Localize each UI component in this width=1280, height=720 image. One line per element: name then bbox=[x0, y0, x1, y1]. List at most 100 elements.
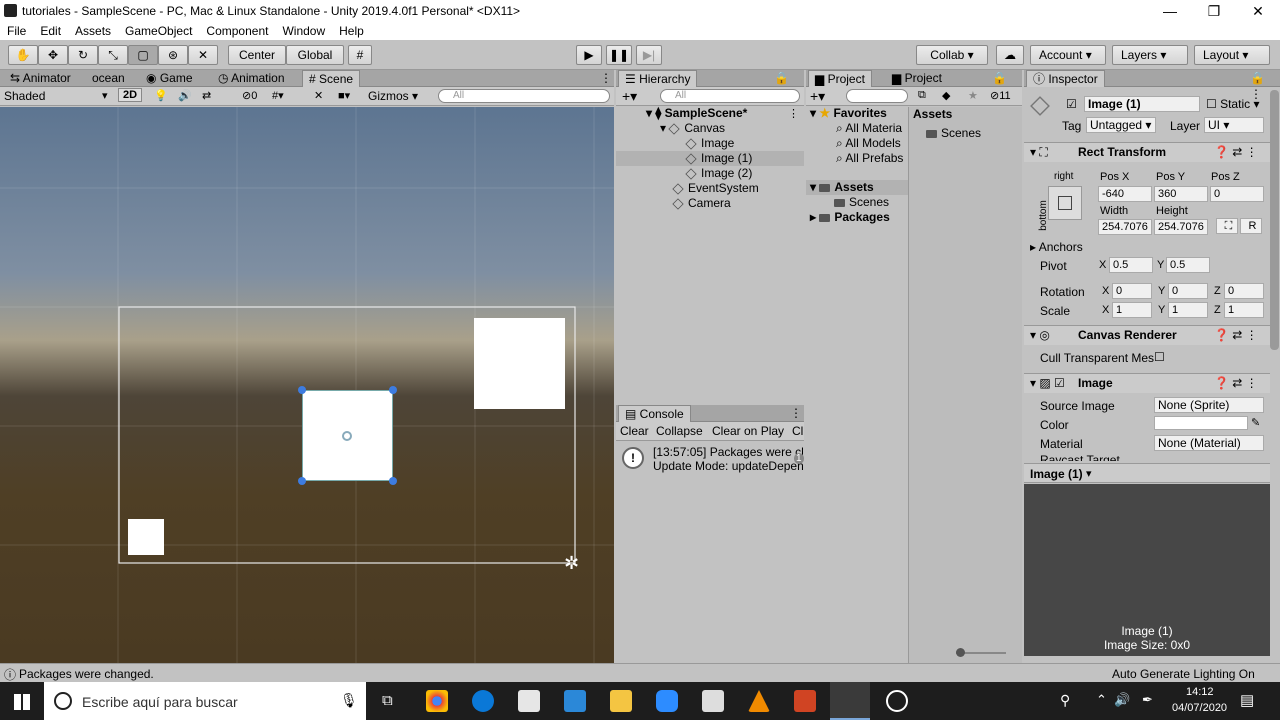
taskbar-time[interactable]: 14:12 bbox=[1186, 686, 1214, 698]
close-button[interactable]: ✕ bbox=[1236, 0, 1280, 22]
pos-y-input[interactable]: 360 bbox=[1154, 186, 1208, 202]
restore-button[interactable]: ❐ bbox=[1192, 0, 1236, 22]
pivot-x-input[interactable]: 0.5 bbox=[1109, 257, 1153, 273]
anchors-foldout[interactable]: ▸ Anchors bbox=[1030, 240, 1083, 254]
static-checkbox[interactable]: ☐ Static ▾ bbox=[1206, 97, 1259, 111]
image-2-quad[interactable] bbox=[474, 318, 565, 409]
menu-help[interactable]: Help bbox=[332, 24, 371, 38]
component-menu-icon[interactable]: ❓ ⇄ ⋮ bbox=[1214, 143, 1258, 162]
store-icon[interactable] bbox=[518, 690, 540, 712]
filter-type-icon[interactable]: ⧉ bbox=[918, 89, 926, 102]
favorite-star-icon[interactable]: ★ bbox=[968, 89, 978, 102]
blueprint-mode-icon[interactable]: ⛶ bbox=[1216, 218, 1238, 234]
scale-tool-icon[interactable]: ⤡ bbox=[98, 45, 128, 65]
clear-on-play-button[interactable]: Clear on Play bbox=[712, 424, 784, 438]
eyedropper-icon[interactable]: ✎ bbox=[1251, 416, 1260, 429]
powerpoint-icon[interactable] bbox=[794, 690, 816, 712]
object-name-input[interactable]: Image (1) bbox=[1084, 96, 1200, 112]
tab-ocean[interactable]: ocean bbox=[86, 70, 131, 87]
camera-icon[interactable]: ■▾ bbox=[338, 89, 350, 102]
menu-gameobject[interactable]: GameObject bbox=[118, 24, 199, 38]
create-plus-icon[interactable]: +▾ bbox=[622, 88, 637, 105]
collapse-button[interactable]: Collapse bbox=[656, 424, 703, 438]
task-view-icon[interactable]: ⧉ bbox=[382, 692, 393, 709]
fav-all-materials[interactable]: ⌕ All Materia bbox=[836, 121, 908, 136]
icon-size-slider[interactable] bbox=[956, 648, 1006, 657]
rotation-x-input[interactable]: 0 bbox=[1112, 283, 1152, 299]
rotation-z-input[interactable]: 0 bbox=[1224, 283, 1264, 299]
people-icon[interactable]: ⚲ bbox=[1060, 692, 1070, 709]
console-message-line2[interactable]: Update Mode: updateDepen bbox=[653, 459, 803, 473]
file-explorer-icon[interactable] bbox=[610, 690, 632, 712]
pause-button[interactable]: ❚❚ bbox=[606, 45, 632, 65]
hidden-packages-icon[interactable]: ⊘11 bbox=[990, 89, 1011, 102]
unity-hub-icon[interactable] bbox=[702, 690, 724, 712]
scene-menu-icon[interactable]: ⋮ bbox=[594, 70, 618, 87]
assets-breadcrumb[interactable]: Assets bbox=[913, 107, 952, 122]
gizmos-dropdown[interactable]: Gizmos ▾ bbox=[368, 89, 418, 103]
tree-item-image-1-selected[interactable]: Image (1) bbox=[616, 151, 804, 166]
collab-dropdown[interactable]: Collab ▾ bbox=[916, 45, 988, 65]
lock-icon[interactable]: 🔒⋮ bbox=[1244, 70, 1280, 101]
corner-handle[interactable] bbox=[298, 477, 306, 485]
menu-edit[interactable]: Edit bbox=[33, 24, 68, 38]
rect-transform-header[interactable]: ▾ ⛶ Rect Transform ❓ ⇄ ⋮ bbox=[1024, 142, 1270, 162]
corner-handle[interactable] bbox=[389, 386, 397, 394]
image-1-quad-selected[interactable] bbox=[298, 386, 397, 485]
tab-game[interactable]: ◉ Game bbox=[140, 70, 199, 87]
clear-button[interactable]: Clear bbox=[620, 424, 649, 438]
move-tool-icon[interactable]: ✥ bbox=[38, 45, 68, 65]
create-plus-icon[interactable]: +▾ bbox=[810, 88, 825, 105]
layers-dropdown[interactable]: Layers ▾ bbox=[1112, 45, 1188, 65]
tag-dropdown[interactable]: Untagged ▾ bbox=[1086, 117, 1156, 133]
pos-x-input[interactable]: -640 bbox=[1098, 186, 1152, 202]
scene-root[interactable]: ▾ ⧫ SampleScene* bbox=[646, 106, 747, 121]
scene-search-input[interactable]: All bbox=[438, 89, 610, 103]
tree-packages[interactable]: ▸ Packages bbox=[810, 210, 890, 225]
raw-edit-button[interactable]: R bbox=[1240, 218, 1262, 234]
image-quad[interactable] bbox=[128, 519, 164, 555]
menu-window[interactable]: Window bbox=[275, 24, 332, 38]
height-input[interactable]: 254.7076 bbox=[1154, 219, 1208, 235]
tab-inspector[interactable]: ⓘ Inspector bbox=[1026, 70, 1105, 87]
notifications-icon[interactable]: ▤ bbox=[1240, 691, 1254, 709]
menu-component[interactable]: Component bbox=[199, 24, 275, 38]
lock-icon[interactable]: 🔒⋮ bbox=[768, 70, 804, 101]
menu-assets[interactable]: Assets bbox=[68, 24, 118, 38]
fav-all-models[interactable]: ⌕ All Models bbox=[836, 136, 908, 151]
lock-icon[interactable]: 🔒⋮ bbox=[986, 70, 1022, 101]
effects-toggle-icon[interactable]: ⇄ bbox=[202, 89, 211, 102]
filter-label-icon[interactable]: ◆ bbox=[942, 89, 950, 102]
status-message[interactable]: Packages were changed. bbox=[19, 667, 154, 681]
2d-toggle-button[interactable]: 2D bbox=[118, 88, 143, 102]
unity-editor-icon[interactable] bbox=[830, 682, 870, 720]
scale-x-input[interactable]: 1 bbox=[1112, 302, 1152, 318]
tree-item-camera[interactable]: Camera bbox=[672, 196, 731, 211]
tab-scene[interactable]: # Scene bbox=[302, 70, 361, 87]
tab-console[interactable]: ▤ Console bbox=[618, 405, 691, 422]
inspector-scrollbar[interactable] bbox=[1270, 90, 1279, 350]
cull-transparent-checkbox[interactable]: ☐ bbox=[1154, 350, 1165, 364]
transform-tool-icon[interactable]: ⊛ bbox=[158, 45, 188, 65]
windows-start-icon[interactable] bbox=[14, 694, 30, 710]
tree-item-image[interactable]: Image bbox=[685, 136, 734, 151]
material-field[interactable]: None (Material) bbox=[1154, 435, 1264, 451]
corner-handle[interactable] bbox=[389, 477, 397, 485]
minimize-button[interactable]: — bbox=[1148, 0, 1192, 22]
chrome-icon[interactable] bbox=[426, 690, 448, 712]
pivot-y-input[interactable]: 0.5 bbox=[1166, 257, 1210, 273]
play-button[interactable]: ▶ bbox=[576, 45, 602, 65]
asset-item-scenes[interactable]: Scenes bbox=[926, 126, 981, 141]
tab-project-2[interactable]: ▆ Project bbox=[886, 70, 948, 87]
fav-all-prefabs[interactable]: ⌕ All Prefabs bbox=[836, 151, 908, 166]
step-button[interactable]: ▶| bbox=[636, 45, 662, 65]
obs-icon[interactable] bbox=[886, 690, 908, 712]
snap-icon[interactable]: # bbox=[348, 45, 372, 65]
menu-file[interactable]: File bbox=[0, 24, 33, 38]
tree-favorites[interactable]: ▾ ★ Favorites bbox=[810, 106, 887, 121]
source-image-field[interactable]: None (Sprite) bbox=[1154, 397, 1264, 413]
scene-menu-icon[interactable]: ⋮ bbox=[788, 107, 799, 120]
hand-tool-icon[interactable]: ✋ bbox=[8, 45, 38, 65]
active-checkbox[interactable]: ☑ bbox=[1066, 97, 1077, 111]
tab-animator[interactable]: ⇆ Animator bbox=[4, 70, 77, 87]
